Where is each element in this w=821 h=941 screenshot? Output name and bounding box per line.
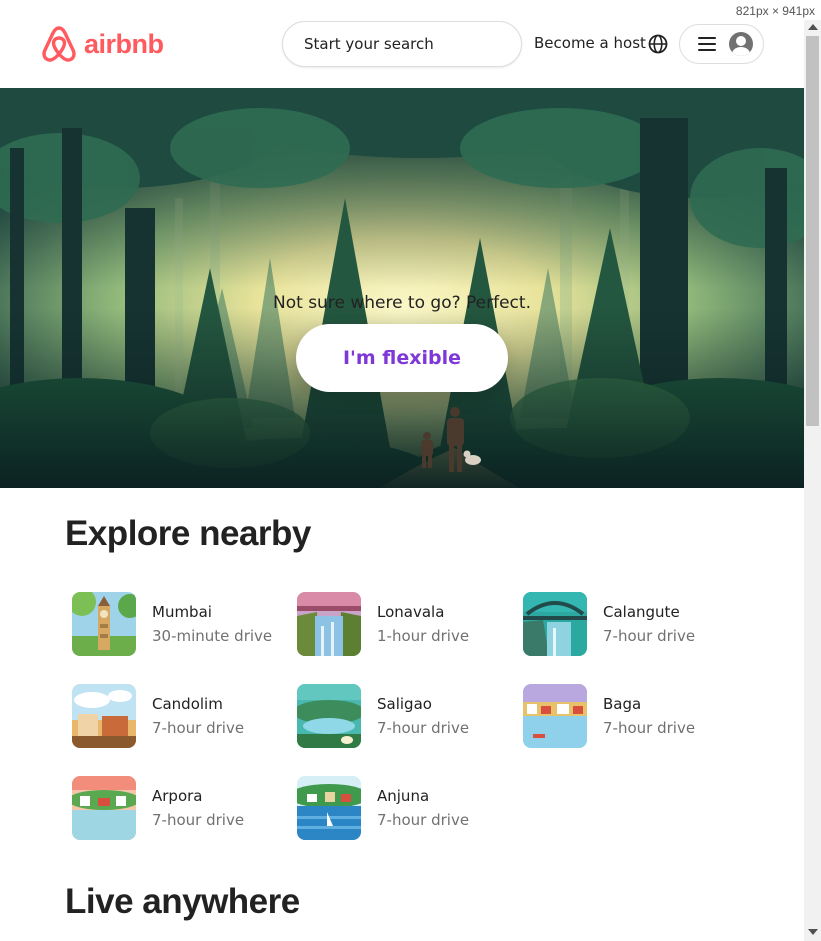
scrollbar-thumb[interactable] [806, 36, 819, 426]
destination-card-mumbai[interactable]: Mumbai 30-minute drive [72, 592, 292, 656]
calangute-thumbnail [523, 592, 587, 656]
airbnb-belo-icon [42, 26, 76, 62]
destination-drive-time: 7-hour drive [377, 811, 470, 829]
destination-name: Anjuna [377, 787, 430, 805]
destination-card-lonavala[interactable]: Lonavala 1-hour drive [297, 592, 517, 656]
site-header: airbnb Start your search Become a host [0, 0, 804, 88]
hero-tagline: Not sure where to go? Perfect. [273, 293, 531, 313]
user-menu-button[interactable] [679, 24, 764, 64]
destination-card-arpora[interactable]: Arpora 7-hour drive [72, 776, 292, 840]
destination-name: Lonavala [377, 603, 445, 621]
candolim-thumbnail [72, 684, 136, 748]
destination-name: Mumbai [152, 603, 212, 621]
destination-card-candolim[interactable]: Candolim 7-hour drive [72, 684, 292, 748]
brand-name: airbnb [84, 28, 164, 59]
destination-drive-time: 7-hour drive [152, 811, 245, 829]
viewport-size-label: 821px × 941px [735, 4, 815, 18]
destination-drive-time: 7-hour drive [377, 719, 470, 737]
destination-card-anjuna[interactable]: Anjuna 7-hour drive [297, 776, 517, 840]
destination-name: Calangute [603, 603, 680, 621]
im-flexible-button[interactable]: I'm flexible [296, 324, 508, 392]
arpora-thumbnail [72, 776, 136, 840]
destination-drive-time: 30-minute drive [152, 627, 273, 645]
destination-name: Baga [603, 695, 642, 713]
hero-banner: Not sure where to go? Perfect. I'm flexi… [0, 88, 804, 488]
anjuna-thumbnail [297, 776, 361, 840]
destination-card-saligao[interactable]: Saligao 7-hour drive [297, 684, 517, 748]
destination-drive-time: 1-hour drive [377, 627, 470, 645]
saligao-thumbnail [297, 684, 361, 748]
destination-card-calangute[interactable]: Calangute 7-hour drive [523, 592, 743, 656]
user-avatar-icon [729, 32, 753, 56]
airbnb-logo[interactable]: airbnb [40, 24, 164, 64]
forest-illustration [0, 88, 804, 488]
destination-drive-time: 7-hour drive [603, 719, 696, 737]
explore-nearby-heading: Explore nearby [65, 514, 311, 553]
scroll-down-arrow-icon[interactable] [808, 929, 818, 935]
baga-thumbnail [523, 684, 587, 748]
destination-drive-time: 7-hour drive [152, 719, 245, 737]
destination-name: Arpora [152, 787, 203, 805]
become-host-link[interactable]: Become a host [534, 34, 646, 52]
destination-name: Saligao [377, 695, 432, 713]
scroll-up-arrow-icon[interactable] [808, 24, 818, 30]
lonavala-thumbnail [297, 592, 361, 656]
mumbai-thumbnail [72, 592, 136, 656]
destination-card-baga[interactable]: Baga 7-hour drive [523, 684, 743, 748]
live-anywhere-heading: Live anywhere [65, 882, 300, 921]
globe-icon[interactable] [647, 33, 669, 55]
destination-name: Candolim [152, 695, 223, 713]
destination-drive-time: 7-hour drive [603, 627, 696, 645]
hamburger-icon [698, 37, 716, 51]
search-label: Start your search [304, 35, 434, 53]
search-button[interactable]: Start your search [282, 21, 522, 67]
